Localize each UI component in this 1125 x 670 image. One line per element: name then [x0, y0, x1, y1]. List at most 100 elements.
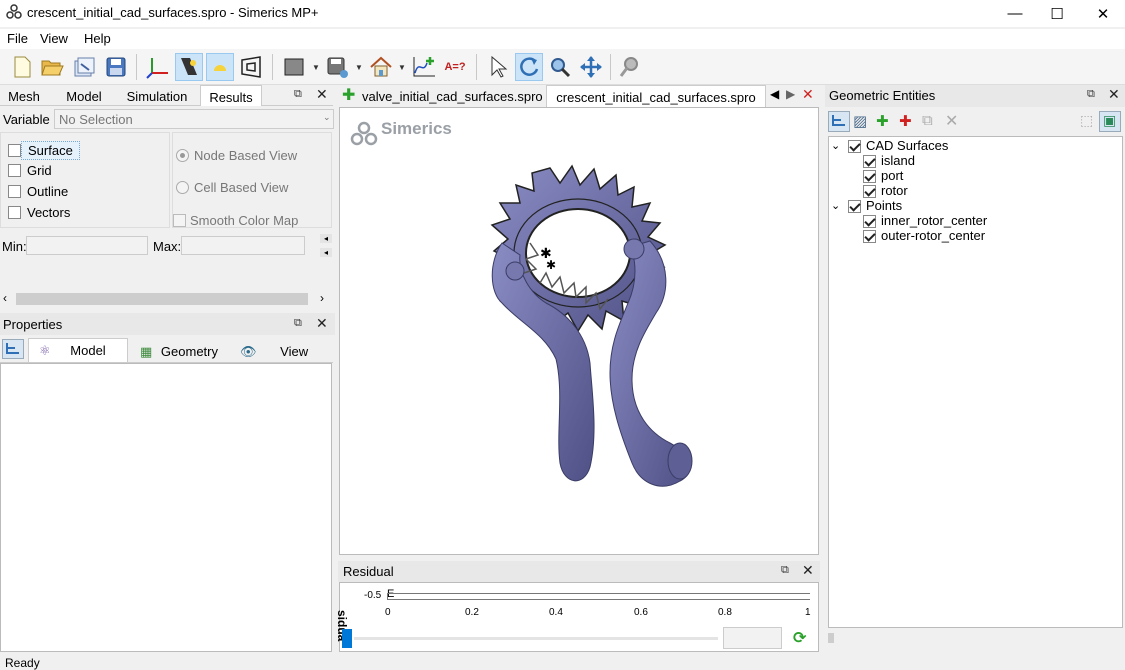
open-file-button[interactable]: [38, 53, 66, 81]
open-recent-button[interactable]: [70, 53, 98, 81]
inner-rotor-center-label[interactable]: inner_rotor_center: [881, 213, 987, 228]
max-label: Max:: [153, 239, 182, 254]
tree-view-button[interactable]: [828, 111, 850, 132]
tab-properties-geometry[interactable]: ▦ Geometry: [134, 340, 226, 363]
surface-checkbox[interactable]: [8, 144, 21, 157]
properties-sort-button[interactable]: [2, 339, 24, 359]
close-window-button[interactable]: ✕: [1080, 0, 1125, 27]
horizontal-scrollbar[interactable]: ‹ ›: [0, 291, 333, 307]
min-input[interactable]: [26, 236, 148, 255]
rotor-label[interactable]: rotor: [881, 183, 908, 198]
sunlight-button[interactable]: [206, 53, 234, 81]
outline-label[interactable]: Outline: [27, 184, 68, 199]
chevron-down-icon[interactable]: ▼: [312, 63, 320, 72]
grid-label[interactable]: Grid: [27, 163, 52, 178]
smooth-color-checkbox[interactable]: [173, 214, 186, 227]
tab-document-crescent[interactable]: crescent_initial_cad_surfaces.spro: [546, 85, 766, 107]
residual-value-field[interactable]: [723, 627, 782, 649]
close-panel-icon[interactable]: ✕: [316, 86, 328, 103]
show-3d-button[interactable]: ▣: [1099, 111, 1121, 132]
screenshot-button[interactable]: [323, 53, 351, 81]
surface-label[interactable]: Surface: [21, 141, 80, 160]
outline-checkbox[interactable]: [8, 185, 21, 198]
island-label[interactable]: island: [881, 153, 915, 168]
outer-rotor-center-checkbox[interactable]: [863, 230, 876, 243]
vectors-checkbox[interactable]: [8, 206, 21, 219]
float-panel-icon[interactable]: ⧉: [294, 317, 302, 330]
plot-button[interactable]: [410, 53, 438, 81]
maximize-button[interactable]: ☐: [1034, 0, 1080, 27]
collapse-points-icon[interactable]: ⌄: [831, 199, 840, 212]
tab-properties-view[interactable]: 👁 View: [236, 340, 328, 363]
grid-checkbox[interactable]: [8, 164, 21, 177]
close-panel-icon[interactable]: ✕: [1108, 86, 1120, 103]
tab-properties-model[interactable]: ⚛ Model: [28, 338, 128, 362]
zoom-tool-button[interactable]: [546, 53, 574, 81]
expression-button[interactable]: A=?: [441, 53, 469, 81]
background-button[interactable]: [280, 53, 308, 81]
cad-surfaces-checkbox[interactable]: [848, 140, 861, 153]
new-file-icon: [14, 56, 31, 78]
axes-button[interactable]: [144, 53, 172, 81]
scrollbar-thumb[interactable]: [16, 293, 308, 305]
tab-document-valve[interactable]: valve_initial_cad_surfaces.spro: [360, 85, 543, 108]
new-file-button[interactable]: [8, 53, 36, 81]
add-tab-icon[interactable]: ✚: [342, 85, 355, 105]
rotor-checkbox[interactable]: [863, 185, 876, 198]
add-surface-icon[interactable]: ▨: [853, 112, 867, 130]
variable-select[interactable]: No Selection ⌄: [54, 109, 334, 129]
minimize-button[interactable]: —: [992, 0, 1038, 27]
scroll-up-icon[interactable]: ◂: [320, 234, 332, 243]
float-panel-icon[interactable]: ⧉: [781, 564, 789, 577]
island-checkbox[interactable]: [863, 155, 876, 168]
tab-mesh[interactable]: Mesh: [1, 85, 47, 108]
add-entity-icon[interactable]: ✚: [876, 112, 889, 130]
chevron-down-icon[interactable]: ▼: [398, 63, 406, 72]
scroll-down-icon[interactable]: ◂: [320, 248, 332, 257]
float-panel-icon[interactable]: ⧉: [1087, 88, 1095, 101]
max-input[interactable]: [181, 236, 305, 255]
tab-scroll-left-icon[interactable]: ◀: [770, 87, 779, 101]
collapse-cad-surfaces-icon[interactable]: ⌄: [831, 139, 840, 152]
geometric-entities-scrollbar[interactable]: [828, 630, 1123, 646]
save-button[interactable]: [102, 53, 130, 81]
outer-rotor-center-label[interactable]: outer-rotor_center: [881, 228, 985, 243]
points-checkbox[interactable]: [848, 200, 861, 213]
3d-viewport[interactable]: Simerics ✱ ✱: [339, 107, 819, 555]
perspective-button[interactable]: [237, 53, 265, 81]
rotate-tool-button[interactable]: [515, 53, 543, 81]
scrollbar-thumb[interactable]: [828, 633, 834, 643]
tab-model[interactable]: Model: [52, 85, 116, 108]
float-panel-icon[interactable]: ⧉: [294, 88, 302, 101]
port-label[interactable]: port: [881, 168, 903, 183]
scroll-right-icon[interactable]: ›: [320, 291, 324, 305]
menu-file[interactable]: File: [7, 31, 28, 46]
menu-view[interactable]: View: [40, 31, 68, 46]
add-point-icon[interactable]: ✚: [899, 112, 912, 130]
cell-based-radio[interactable]: [176, 181, 189, 194]
tab-simulation[interactable]: Simulation: [118, 85, 196, 108]
close-document-icon[interactable]: ✕: [802, 86, 814, 103]
tab-scroll-right-icon[interactable]: ▶: [786, 87, 795, 101]
menu-help[interactable]: Help: [84, 31, 111, 46]
port-checkbox[interactable]: [863, 170, 876, 183]
node-based-radio[interactable]: [176, 149, 189, 162]
inner-rotor-center-checkbox[interactable]: [863, 215, 876, 228]
scroll-left-icon[interactable]: ‹: [3, 291, 7, 305]
lighting-button[interactable]: [175, 53, 203, 81]
close-panel-icon[interactable]: ✕: [802, 562, 814, 579]
copy-entity-icon[interactable]: ⧉: [922, 112, 933, 129]
vectors-label[interactable]: Vectors: [27, 205, 70, 220]
cad-surfaces-label[interactable]: CAD Surfaces: [866, 138, 948, 153]
chevron-down-icon[interactable]: ▼: [355, 63, 363, 72]
refresh-icon[interactable]: ⟳: [793, 628, 806, 648]
tab-results[interactable]: Results: [200, 85, 262, 107]
select-tool-button[interactable]: [484, 53, 512, 81]
hide-entity-icon[interactable]: ⬚: [1080, 112, 1093, 129]
delete-entity-icon[interactable]: ✕: [945, 111, 958, 131]
home-view-button[interactable]: [367, 53, 395, 81]
points-label[interactable]: Points: [866, 198, 902, 213]
pan-tool-button[interactable]: [577, 53, 605, 81]
probe-button[interactable]: [616, 53, 644, 81]
close-panel-icon[interactable]: ✕: [316, 315, 328, 332]
